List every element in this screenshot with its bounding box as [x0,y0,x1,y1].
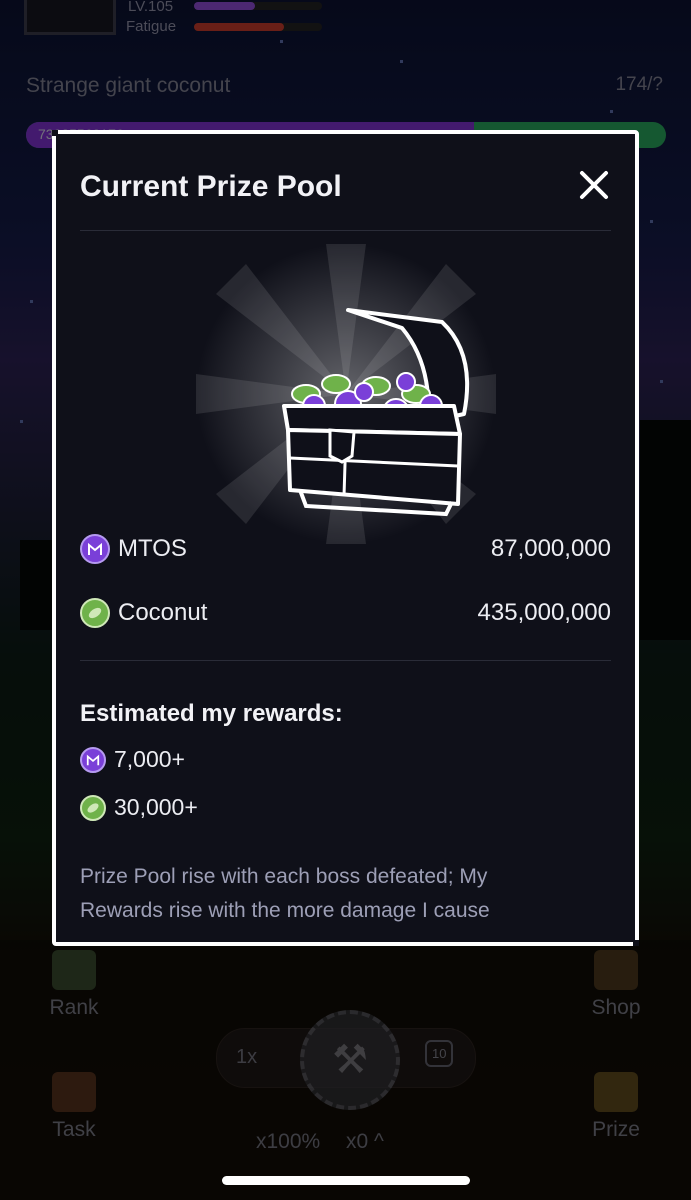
treasure-chest-icon [196,244,496,544]
mtos-coin-icon [80,534,110,564]
home-indicator[interactable] [222,1176,470,1185]
header-divider [80,230,611,231]
mtos-coin-icon [80,746,106,773]
pool-amount-coconut: 435,000,000 [477,599,611,626]
coconut-icon [80,794,106,821]
estimate-row-mtos: 7,000+ [80,746,185,773]
estimate-row-coconut: 30,000+ [80,794,198,821]
modal-title: Current Prize Pool [80,170,342,203]
coconut-icon [80,598,110,628]
prize-pool-note: Prize Pool rise with each boss defeated;… [80,865,490,922]
close-icon[interactable] [577,168,611,202]
pool-name-mtos: MTOS [118,535,187,562]
prize-pool-modal: Current Prize Pool MTOS 87,000,000 Cocon… [52,130,639,946]
treasure-chest-illustration [196,244,496,544]
section-divider [80,660,611,661]
estimate-title: Estimated my rewards: [80,700,343,727]
estimate-amount-coconut: 30,000+ [114,794,198,820]
pool-row-mtos: MTOS 87,000,000 [80,534,611,564]
pool-row-coconut: Coconut 435,000,000 [80,598,611,628]
pool-name-coconut: Coconut [118,599,208,626]
pool-amount-mtos: 87,000,000 [490,535,611,562]
estimate-amount-mtos: 7,000+ [114,746,185,772]
